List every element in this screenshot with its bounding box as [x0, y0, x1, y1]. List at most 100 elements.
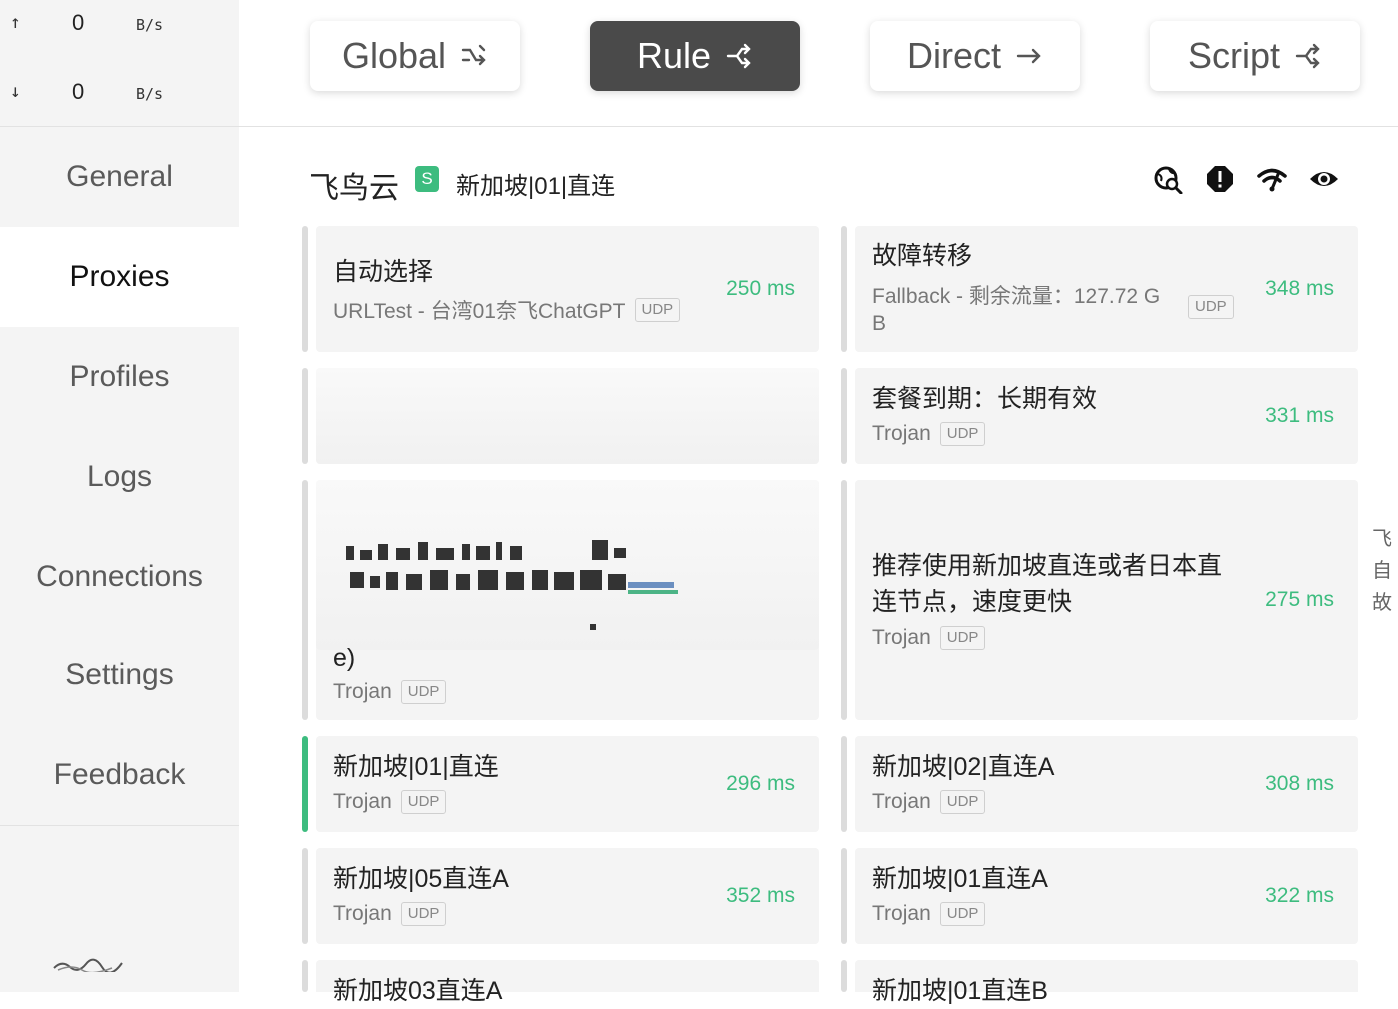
proxy-card[interactable]: 新加坡|02|直连A Trojan UDP 308 ms: [841, 736, 1358, 832]
udp-badge: UDP: [400, 680, 447, 704]
proxy-name: 推荐使用新加坡直连或者日本直: [872, 552, 1223, 580]
nav-connections[interactable]: Connections: [0, 527, 239, 627]
proxy-udp-wrap: UDP: [1188, 295, 1234, 319]
proxy-card[interactable]: 新加坡03直连A: [302, 960, 819, 1005]
proxy-type: Trojan: [333, 902, 392, 925]
group-type-badge: S: [415, 166, 439, 192]
proxy-type: URLTest - 台湾01奈飞ChatGPT: [333, 300, 626, 323]
proxy-card[interactable]: 新加坡|05直连A Trojan UDP 352 ms: [302, 848, 819, 944]
proxy-type: Trojan: [872, 790, 931, 813]
selection-bar: [841, 960, 847, 992]
proxy-delay[interactable]: 352 ms: [726, 884, 795, 908]
search-location-icon[interactable]: [1153, 164, 1183, 194]
fork-arrow-icon: [1295, 43, 1320, 69]
mode-rule-button[interactable]: Rule: [590, 21, 800, 91]
proxy-delay[interactable]: 250 ms: [726, 277, 795, 301]
selection-bar: [302, 226, 308, 352]
shuffle-arrow-icon: [461, 44, 486, 66]
selection-bar: [302, 736, 308, 832]
traffic-monitor: ↑ 0 B/s ↓ 0 B/s: [0, 0, 239, 127]
proxy-name: 新加坡03直连A: [333, 977, 503, 1005]
proxy-type: Fallback - 剩余流量：127.72 G: [872, 285, 1161, 308]
udp-badge: UDP: [939, 902, 986, 926]
status-smudge-icon: [53, 958, 123, 972]
selection-bar: [302, 848, 308, 944]
proxy-delay[interactable]: 275 ms: [1265, 588, 1334, 612]
udp-badge: UDP: [939, 626, 986, 650]
selection-bar: [841, 480, 847, 720]
proxy-meta-wrap: B: [872, 312, 886, 336]
nav-feedback[interactable]: Feedback: [0, 725, 239, 825]
download-speed: ↓ 0 B/s: [0, 77, 239, 107]
nav-profiles[interactable]: Profiles: [0, 327, 239, 427]
obscured-text-image: [346, 540, 678, 630]
proxy-delay[interactable]: 308 ms: [1265, 772, 1334, 796]
proxy-card[interactable]: 自动选择 URLTest - 台湾01奈飞ChatGPT UDP 250 ms: [302, 226, 819, 352]
mode-script-button[interactable]: Script: [1150, 21, 1360, 91]
proxy-name: 套餐到期：长期有效: [872, 385, 1098, 413]
proxy-delay[interactable]: 322 ms: [1265, 884, 1334, 908]
proxy-name: 新加坡|02|直连A: [872, 753, 1055, 781]
upload-unit: B/s: [136, 16, 164, 34]
proxy-card[interactable]: 推荐使用新加坡直连或者日本直 连节点，速度更快 Trojan UDP 275 m…: [841, 480, 1358, 720]
nav-proxies[interactable]: Proxies: [0, 227, 239, 327]
selection-bar: [841, 368, 847, 464]
proxy-name: e): [333, 644, 356, 672]
proxy-name: 新加坡|01直连B: [872, 977, 1048, 1005]
proxy-meta: Trojan UDP: [872, 626, 986, 650]
proxy-type-continued: B: [872, 312, 887, 335]
edge-text: 自: [1372, 560, 1392, 582]
eye-icon[interactable]: [1309, 164, 1339, 194]
selection-bar: [841, 736, 847, 832]
proxy-meta: Trojan UDP: [872, 790, 986, 814]
right-arrow-icon: [1016, 48, 1041, 64]
proxy-meta: Trojan UDP: [333, 790, 447, 814]
nav-divider: [0, 825, 239, 826]
proxy-name-continued: 连节点，速度更快: [872, 588, 1073, 616]
proxy-delay[interactable]: 296 ms: [726, 772, 795, 796]
mode-global-button[interactable]: Global: [310, 21, 520, 91]
nav-general[interactable]: General: [0, 127, 239, 227]
download-value: 0: [72, 79, 85, 104]
udp-badge: UDP: [1188, 295, 1234, 319]
proxy-meta: Trojan UDP: [333, 680, 447, 704]
proxy-name: 自动选择: [333, 258, 434, 286]
upload-speed: ↑ 0 B/s: [0, 8, 239, 38]
proxy-delay[interactable]: 331 ms: [1265, 404, 1334, 428]
fork-arrow-icon: [726, 43, 751, 69]
group-current-proxy: 新加坡|01|直连: [456, 173, 616, 200]
mode-direct-button[interactable]: Direct: [870, 21, 1080, 91]
upload-value: 0: [72, 10, 85, 35]
alert-icon[interactable]: [1205, 164, 1235, 194]
proxy-type: Trojan: [872, 626, 931, 649]
selection-bar: [302, 960, 308, 992]
edge-text: 飞: [1372, 528, 1392, 550]
proxy-type: Trojan: [872, 902, 931, 925]
blurred-region: [316, 368, 819, 464]
proxy-name: 新加坡|01|直连: [333, 753, 499, 781]
mode-switcher: Global Rule Direct Script: [239, 0, 1398, 127]
proxy-card[interactable]: [302, 368, 819, 464]
nav-logs[interactable]: Logs: [0, 427, 239, 527]
selection-bar: [841, 226, 847, 352]
nav-settings[interactable]: Settings: [0, 625, 239, 725]
proxy-card[interactable]: 新加坡|01直连B: [841, 960, 1358, 1005]
proxy-card-selected[interactable]: 新加坡|01|直连 Trojan UDP 296 ms: [302, 736, 819, 832]
sidebar: ↑ 0 B/s ↓ 0 B/s General Proxies Profiles…: [0, 0, 239, 992]
proxy-card[interactable]: 套餐到期：长期有效 Trojan UDP 331 ms: [841, 368, 1358, 464]
selection-bar: [302, 368, 308, 464]
wifi-speed-icon[interactable]: [1257, 164, 1287, 194]
mode-script-label: Script: [1187, 35, 1281, 76]
proxy-card[interactable]: 新加坡|01直连A Trojan UDP 322 ms: [841, 848, 1358, 944]
proxy-meta: URLTest - 台湾01奈飞ChatGPT UDP: [333, 295, 681, 325]
proxy-name: 新加坡|05直连A: [333, 865, 509, 893]
udp-badge: UDP: [939, 422, 986, 446]
proxy-card[interactable]: e) Trojan UDP: [302, 480, 819, 720]
proxy-delay[interactable]: 348 ms: [1265, 277, 1334, 301]
proxy-card[interactable]: 故障转移 Fallback - 剩余流量：127.72 G B UDP 348 …: [841, 226, 1358, 352]
proxy-meta: Trojan UDP: [872, 422, 986, 446]
download-unit: B/s: [136, 85, 164, 103]
mode-global-label: Global: [341, 35, 447, 76]
mode-rule-label: Rule: [636, 35, 712, 76]
udp-badge: UDP: [939, 790, 986, 814]
